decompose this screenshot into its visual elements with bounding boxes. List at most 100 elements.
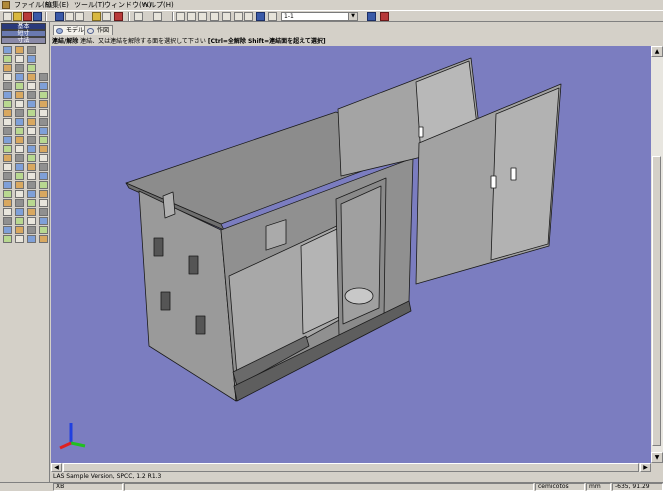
tool-icon[interactable] [15,127,24,135]
tool-icon[interactable] [27,82,36,90]
tool-icon[interactable] [3,127,12,135]
paste-icon[interactable] [198,12,207,21]
tool-icon[interactable] [15,145,24,153]
tool-icon[interactable] [3,172,12,180]
scroll-down-icon[interactable]: ▼ [651,452,663,463]
import-icon[interactable] [33,12,42,21]
tool-icon[interactable] [3,118,12,126]
view-select[interactable]: 1-1 ▼ [281,12,358,21]
tool-icon[interactable] [27,235,36,243]
tool-icon[interactable] [15,64,24,72]
tool-icon[interactable] [39,100,48,108]
tool-icon[interactable] [15,46,24,54]
tool-icon[interactable] [27,118,36,126]
tool-icon[interactable] [15,199,24,207]
tool-icon[interactable] [3,109,12,117]
tool-icon[interactable] [27,172,36,180]
tool-icon[interactable] [3,145,12,153]
tool-icon[interactable] [39,109,48,117]
tool-icon[interactable] [15,82,24,90]
tool-icon[interactable] [15,226,24,234]
tool-icon[interactable] [27,181,36,189]
tool-icon[interactable] [15,154,24,162]
tool-icon[interactable] [3,136,12,144]
tool-icon[interactable] [3,226,12,234]
tool-icon[interactable] [39,190,48,198]
tool-icon[interactable] [39,208,48,216]
tool-icon[interactable] [27,127,36,135]
tool-icon[interactable] [3,46,12,54]
tool-icon[interactable] [3,208,12,216]
vertical-scrollbar[interactable]: ▲ ▼ [651,46,663,463]
tool-icon[interactable] [27,226,36,234]
tool-icon[interactable] [27,208,36,216]
model-canvas[interactable] [51,46,651,463]
scroll-left-icon[interactable]: ◀ [51,463,62,472]
export-icon[interactable] [114,12,123,21]
rotate-view-icon[interactable] [256,12,265,21]
tool-icon[interactable] [27,154,36,162]
model-viewport[interactable] [51,46,651,463]
horizontal-scrollbar[interactable]: ◀ ▶ [51,463,651,472]
open-recent-icon[interactable] [23,12,32,21]
tool-icon[interactable] [15,136,24,144]
tool-icon[interactable] [27,73,36,81]
tool-icon[interactable] [39,217,48,225]
cut-icon[interactable] [176,12,185,21]
mode-short-button[interactable]: 短寸 [1,30,46,37]
tool-icon[interactable] [15,217,24,225]
tool-icon[interactable] [15,172,24,180]
select-icon[interactable] [222,12,231,21]
redo-icon[interactable] [153,12,162,21]
tool-icon[interactable] [3,82,12,90]
tool-icon[interactable] [15,181,24,189]
tool-icon[interactable] [39,235,48,243]
tool-icon[interactable] [27,190,36,198]
scroll-right-icon[interactable]: ▶ [640,463,651,472]
menu-edit[interactable]: 編集(E) [43,0,71,10]
scroll-up-icon[interactable]: ▲ [651,46,663,57]
tab-model[interactable]: モデル [53,25,89,35]
tool-icon[interactable] [39,118,48,126]
tool-icon[interactable] [39,136,48,144]
tool-icon[interactable] [3,235,12,243]
tool-icon[interactable] [15,91,24,99]
mode-basic-button[interactable]: 基本 [1,23,46,30]
mode-dimension-button[interactable]: 寸法 [1,37,46,44]
horizontal-scroll-thumb[interactable] [63,463,639,472]
tool-icon[interactable] [39,82,48,90]
tool-icon[interactable] [3,217,12,225]
tool-icon[interactable] [3,91,12,99]
print-icon[interactable] [65,12,74,21]
tool-icon[interactable] [39,172,48,180]
app-icon[interactable] [2,1,10,9]
calc-icon[interactable] [102,12,111,21]
menu-help[interactable]: ヘルプ(H) [140,0,176,10]
tool-icon[interactable] [27,91,36,99]
tool-icon[interactable] [3,199,12,207]
print-preview-icon[interactable] [75,12,84,21]
tool-icon[interactable] [27,109,36,117]
tool-icon[interactable] [15,208,24,216]
tool-icon[interactable] [15,55,24,63]
vertical-scroll-thumb[interactable] [652,156,661,446]
tool-icon[interactable] [39,181,48,189]
tool-icon[interactable] [15,190,24,198]
fit-view-icon[interactable] [268,12,277,21]
tool-icon[interactable] [15,118,24,126]
tool-icon[interactable] [3,100,12,108]
tool-icon[interactable] [15,109,24,117]
tool-icon[interactable] [39,145,48,153]
clipboard-icon[interactable] [210,12,219,21]
tool-icon[interactable] [27,55,36,63]
chevron-down-icon[interactable]: ▼ [348,13,357,20]
tool-icon[interactable] [3,154,12,162]
tool-icon[interactable] [3,181,12,189]
tool-icon[interactable] [15,163,24,171]
tool-icon[interactable] [39,199,48,207]
tool-icon[interactable] [15,73,24,81]
save-icon[interactable] [55,12,64,21]
tool-icon[interactable] [39,91,48,99]
tool-icon[interactable] [3,163,12,171]
tool-icon[interactable] [3,190,12,198]
